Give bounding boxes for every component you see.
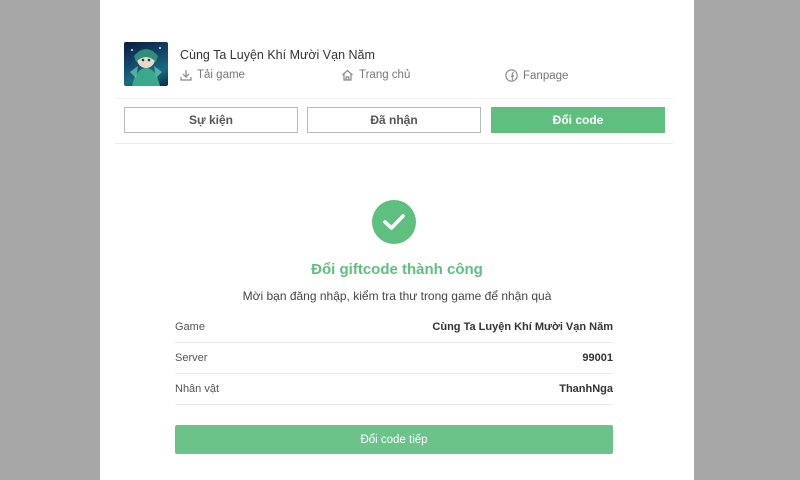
checkmark-icon (372, 200, 416, 244)
detail-row-server: Server 99001 (175, 343, 613, 374)
tab-redeem-code[interactable]: Đổi code (491, 107, 665, 133)
fanpage-link[interactable]: Fanpage (505, 69, 568, 82)
success-title: Đổi giftcode thành công (311, 261, 483, 278)
giftcode-page: Cùng Ta Luyện Khí Mười Vạn Năm Tải game … (100, 0, 694, 480)
home-icon (341, 69, 354, 81)
detail-row-game: Game Cùng Ta Luyện Khí Mười Vạn Năm (175, 312, 613, 343)
fanpage-label: Fanpage (523, 69, 569, 82)
game-avatar (124, 42, 168, 86)
download-game-label: Tải game (197, 69, 245, 81)
tabs-bar: Sự kiện Đã nhận Đổi code (115, 98, 673, 144)
facebook-icon (505, 69, 518, 82)
detail-label: Server (175, 352, 208, 364)
home-label: Trang chủ (359, 69, 411, 81)
tab-events[interactable]: Sự kiện (124, 107, 298, 133)
home-link[interactable]: Trang chủ (341, 69, 410, 81)
tab-received[interactable]: Đã nhận (307, 107, 481, 133)
detail-value: ThanhNga (559, 383, 613, 395)
detail-label: Game (175, 321, 205, 333)
detail-value: 99001 (582, 352, 613, 364)
detail-label: Nhân vật (175, 383, 220, 395)
game-character-image (130, 47, 162, 86)
redeem-another-code-button[interactable]: Đổi code tiếp (175, 425, 613, 454)
game-title: Cùng Ta Luyện Khí Mười Vạn Năm (180, 48, 375, 62)
success-message: Mời bạn đăng nhập, kiểm tra thư trong ga… (242, 289, 552, 303)
game-header: Cùng Ta Luyện Khí Mười Vạn Năm Tải game … (124, 42, 670, 88)
detail-row-character: Nhân vật ThanhNga (175, 374, 613, 405)
download-icon (180, 69, 192, 81)
download-game-link[interactable]: Tải game (180, 69, 245, 81)
redeem-details-table: Game Cùng Ta Luyện Khí Mười Vạn Năm Serv… (175, 312, 613, 405)
detail-value: Cùng Ta Luyện Khí Mười Vạn Năm (432, 321, 613, 333)
